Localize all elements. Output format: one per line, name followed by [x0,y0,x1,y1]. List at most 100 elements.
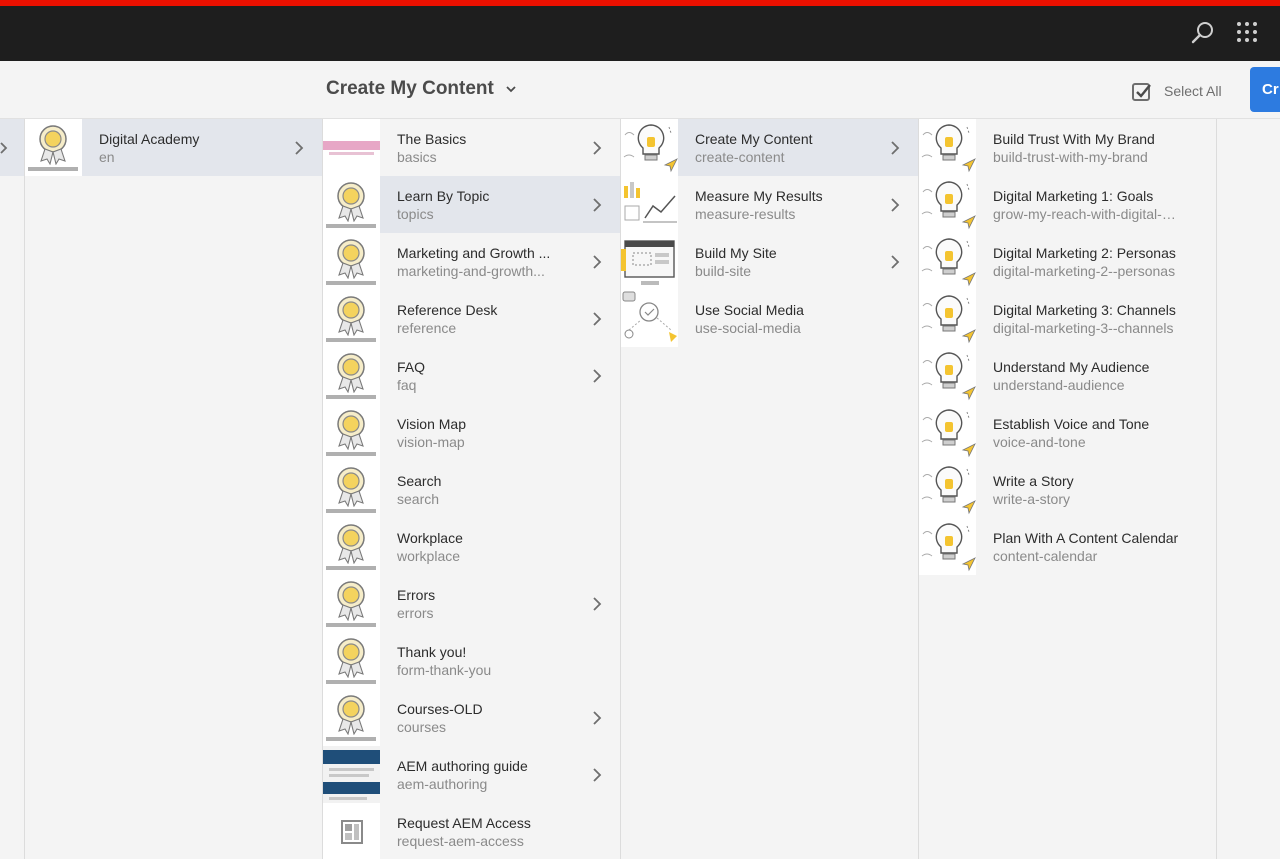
lightbulb-thumbnail-icon [919,347,976,404]
column-item-search[interactable]: Search search [323,461,620,518]
column-item-aem-authoring[interactable]: AEM authoring guide aem-authoring [323,746,620,803]
item-name: marketing-and-growth... [397,262,545,279]
column-item-errors[interactable]: Errors errors [323,575,620,632]
item-title: Learn By Topic [397,187,490,204]
social-media-thumbnail-icon [621,290,678,347]
item-title: FAQ [397,358,426,375]
award-thumbnail-icon [323,347,380,404]
item-title: Digital Marketing 2: Personas [993,244,1176,261]
column-item-en[interactable]: Digital Academy en [25,119,322,176]
global-nav-bar [0,6,1280,61]
chevron-right-icon[interactable] [592,311,602,327]
website-thumbnail-icon [621,233,678,290]
item-text: Reference Desk reference [397,301,620,337]
chevron-right-icon[interactable] [890,197,900,213]
item-name: build-trust-with-my-brand [993,148,1148,165]
column-view: Digital Academy en The Basics basics Learn … [0,119,1280,859]
column-item-basics[interactable]: The Basics basics [323,119,620,176]
column-item-digital-marketing-2-personas[interactable]: Digital Marketing 2: Personas digital-mar… [919,233,1216,290]
item-name: vision-map [397,433,465,450]
chevron-right-icon[interactable] [890,140,900,156]
column-item-measure-results[interactable]: Measure My Results measure-results [621,176,918,233]
item-text: The Basics basics [397,130,620,166]
column-item-reference[interactable]: Reference Desk reference [323,290,620,347]
item-name: request-aem-access [397,832,524,849]
lightbulb-thumbnail-icon [919,233,976,290]
title-dropdown[interactable]: Create My Content [326,78,518,100]
item-title: Build Trust With My Brand [993,130,1155,147]
chevron-right-icon[interactable] [294,140,304,156]
column-root [0,119,25,859]
award-thumbnail-icon [323,575,380,632]
column-item-build-trust-with-my-brand[interactable]: Build Trust With My Brand build-trust-wit… [919,119,1216,176]
column-item-understand-audience[interactable]: Understand My Audience understand-audienc… [919,347,1216,404]
page-title: Create My Content [326,78,494,99]
column-item-use-social-media[interactable]: Use Social Media use-social-media [621,290,918,347]
chevron-right-icon[interactable] [592,254,602,270]
item-name: basics [397,148,437,165]
lightbulb-thumbnail-icon [919,290,976,347]
chevron-right-icon [0,142,8,154]
award-thumbnail-icon [323,518,380,575]
column-item-workplace[interactable]: Workplace workplace [323,518,620,575]
lightbulb-thumbnail-icon [919,176,976,233]
item-text: Request AEM Access request-aem-access [397,814,620,850]
column-item-content-calendar[interactable]: Plan With A Content Calendar content-cale… [919,518,1216,575]
item-title: Vision Map [397,415,467,432]
banner-thumbnail-icon [323,119,380,176]
chevron-right-icon[interactable] [592,767,602,783]
item-text: Create My Content create-content [695,130,918,166]
item-title: Thank you! [397,643,467,660]
chevron-right-icon[interactable] [592,596,602,612]
column-item-topics[interactable]: Learn By Topic topics [323,176,620,233]
chevron-right-icon[interactable] [592,197,602,213]
item-title: Plan With A Content Calendar [993,529,1179,546]
lightbulb-thumbnail-icon [919,518,976,575]
item-text: Search search [397,472,620,508]
item-text: Errors errors [397,586,620,622]
item-name: understand-audience [993,376,1125,393]
column-item-write-a-story[interactable]: Write a Story write-a-story [919,461,1216,518]
item-name: search [397,490,440,507]
column-item-voice-and-tone[interactable]: Establish Voice and Tone voice-and-tone [919,404,1216,461]
item-text: Understand My Audience understand-audienc… [993,358,1216,394]
column-item-build-site[interactable]: Build My Site build-site [621,233,918,290]
column-item-create-content[interactable]: Create My Content create-content [621,119,918,176]
column-item-courses[interactable]: Courses-OLD courses [323,689,620,746]
lightbulb-thumbnail-icon [919,404,976,461]
column-item-marketing-and-growth[interactable]: Marketing and Growth ... marketing-and-gr… [323,233,620,290]
item-text: Write a Story write-a-story [993,472,1216,508]
item-text: Establish Voice and Tone voice-and-tone [993,415,1216,451]
item-title: The Basics [397,130,467,147]
column-item-grow-my-reach-with-digital-m[interactable]: Digital Marketing 1: Goals grow-my-reach-… [919,176,1216,233]
template-thumbnail-icon [323,803,380,859]
create-button[interactable]: Cr [1250,67,1280,112]
item-title: Write a Story [993,472,1074,489]
item-name: create-content [695,148,785,165]
award-thumbnail-icon [323,290,380,347]
apps-grid-icon[interactable] [1235,20,1261,46]
award-thumbnail-icon [25,119,82,176]
item-title: Request AEM Access [397,814,531,831]
chevron-right-icon[interactable] [890,254,900,270]
column-empty [1217,119,1280,859]
column-item-request-aem-access[interactable]: Request AEM Access request-aem-access [323,803,620,859]
item-name: errors [397,604,434,621]
select-all-control[interactable]: Select All [1131,80,1222,102]
item-name: write-a-story [993,490,1071,507]
item-text: Vision Map vision-map [397,415,620,451]
checkbox-icon[interactable] [1131,80,1153,102]
item-text: Digital Academy en [99,130,322,166]
item-title: Understand My Audience [993,358,1150,375]
chevron-right-icon[interactable] [592,140,602,156]
item-text: Digital Marketing 1: Goals grow-my-reach-… [993,187,1216,223]
chevron-right-icon[interactable] [592,710,602,726]
column-item-digital-marketing-3-channels[interactable]: Digital Marketing 3: Channels digital-mar… [919,290,1216,347]
column-item-form-thank-you[interactable]: Thank you! form-thank-you [323,632,620,689]
column-item-faq[interactable]: FAQ faq [323,347,620,404]
chevron-right-icon[interactable] [592,368,602,384]
column-root-selected-row[interactable] [0,119,24,176]
item-title: Use Social Media [695,301,804,318]
search-icon[interactable] [1190,20,1216,46]
column-item-vision-map[interactable]: Vision Map vision-map [323,404,620,461]
